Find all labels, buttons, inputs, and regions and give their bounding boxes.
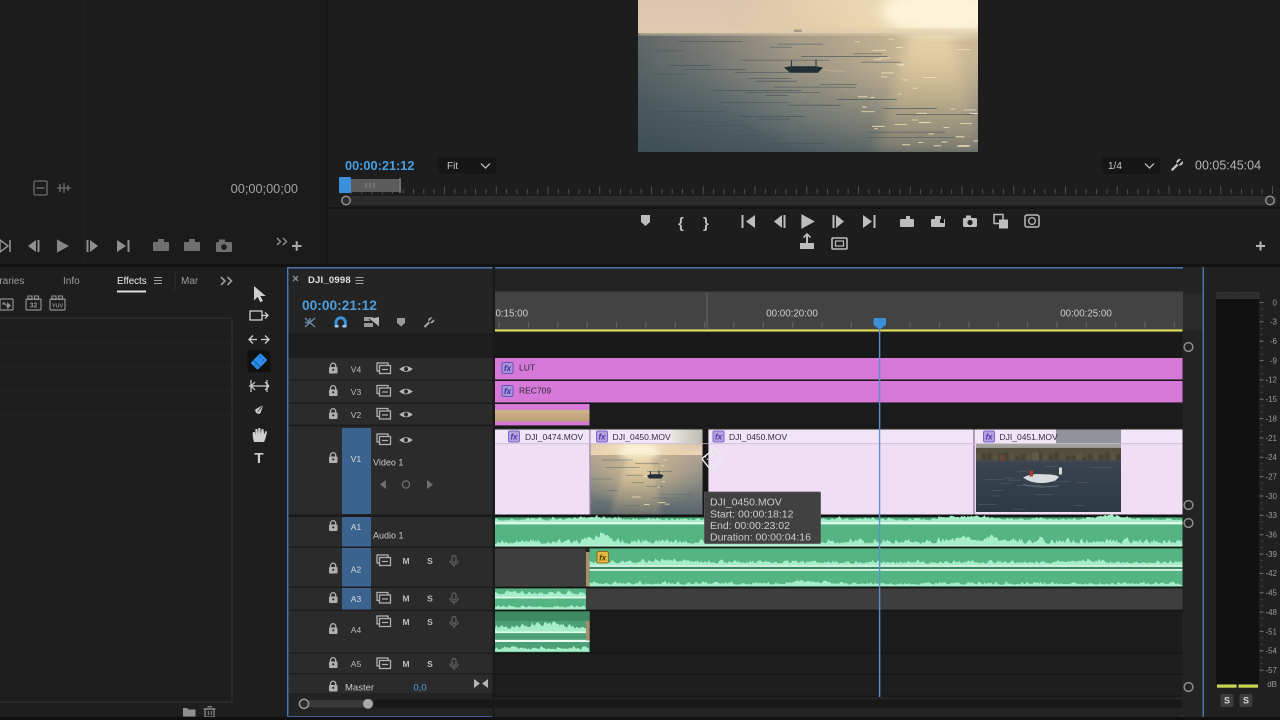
svg-text:fx: fx bbox=[504, 387, 512, 396]
svg-text:V4: V4 bbox=[351, 365, 362, 375]
svg-text:DJI_0474.MOV: DJI_0474.MOV bbox=[525, 432, 583, 442]
svg-text:Audio 1: Audio 1 bbox=[373, 531, 404, 541]
svg-text:fx: fx bbox=[504, 364, 512, 373]
svg-text:A3: A3 bbox=[351, 594, 362, 604]
svg-text:A2: A2 bbox=[351, 565, 362, 575]
svg-text:-42: -42 bbox=[1265, 569, 1277, 578]
svg-text:fx: fx bbox=[985, 433, 993, 442]
svg-text:00:00:20:00: 00:00:20:00 bbox=[766, 309, 818, 320]
svg-text:LUT: LUT bbox=[519, 363, 535, 373]
svg-text:-33: -33 bbox=[1265, 511, 1277, 520]
svg-text:fx: fx bbox=[510, 433, 518, 442]
svg-text:M: M bbox=[402, 617, 409, 627]
svg-text:fx: fx bbox=[599, 553, 607, 562]
svg-text:-48: -48 bbox=[1265, 608, 1277, 617]
svg-text:M: M bbox=[402, 556, 409, 566]
svg-text:00:00:25:00: 00:00:25:00 bbox=[1060, 309, 1112, 320]
svg-text:DJI_0450.MOV: DJI_0450.MOV bbox=[710, 497, 782, 509]
svg-text:S: S bbox=[1243, 696, 1249, 706]
svg-text:-3: -3 bbox=[1270, 318, 1278, 327]
svg-text:V2: V2 bbox=[351, 410, 362, 420]
svg-text:S: S bbox=[427, 594, 433, 604]
svg-text:S: S bbox=[427, 617, 433, 627]
svg-text:V3: V3 bbox=[351, 387, 362, 397]
svg-text:Duration: 00:00:04:16: Duration: 00:00:04:16 bbox=[710, 532, 811, 544]
svg-text:-36: -36 bbox=[1265, 531, 1277, 540]
svg-text:-30: -30 bbox=[1265, 492, 1277, 501]
svg-text:dB: dB bbox=[1267, 680, 1277, 689]
svg-text:32: 32 bbox=[30, 303, 38, 310]
svg-text:00:00:21:12: 00:00:21:12 bbox=[302, 298, 377, 313]
svg-text:-12: -12 bbox=[1265, 376, 1277, 385]
svg-text:-45: -45 bbox=[1265, 589, 1277, 598]
svg-text:A1: A1 bbox=[351, 522, 362, 532]
svg-text:A4: A4 bbox=[351, 625, 362, 635]
svg-text:-39: -39 bbox=[1265, 550, 1277, 559]
svg-text:fx: fx bbox=[715, 433, 723, 442]
svg-text:-27: -27 bbox=[1265, 472, 1277, 481]
svg-text:YUV: YUV bbox=[52, 304, 64, 310]
svg-text:-51: -51 bbox=[1265, 627, 1277, 636]
svg-text:fx: fx bbox=[598, 433, 606, 442]
svg-text:-54: -54 bbox=[1265, 647, 1277, 656]
svg-text:00:05:45:04: 00:05:45:04 bbox=[1195, 159, 1261, 173]
svg-text:Mar: Mar bbox=[181, 276, 199, 287]
svg-text:A5: A5 bbox=[351, 659, 362, 669]
svg-text:-6: -6 bbox=[1270, 337, 1278, 346]
svg-text:S: S bbox=[427, 556, 433, 566]
svg-text:-15: -15 bbox=[1265, 395, 1277, 404]
svg-text:REC709: REC709 bbox=[519, 386, 551, 396]
svg-text:{: { bbox=[678, 215, 684, 232]
svg-text:T: T bbox=[254, 450, 263, 467]
svg-text:0: 0 bbox=[1273, 298, 1278, 307]
svg-text:M: M bbox=[402, 594, 409, 604]
svg-text:Info: Info bbox=[63, 276, 80, 287]
svg-text:}: } bbox=[703, 215, 709, 232]
svg-text:M: M bbox=[402, 659, 409, 669]
svg-text:00:00:21:12: 00:00:21:12 bbox=[345, 158, 414, 173]
svg-text:Fit: Fit bbox=[447, 161, 458, 172]
svg-text:0:15:00: 0:15:00 bbox=[496, 309, 529, 320]
svg-text:-9: -9 bbox=[1270, 356, 1278, 365]
svg-text:-18: -18 bbox=[1265, 414, 1277, 423]
svg-text:Master: Master bbox=[345, 683, 374, 694]
svg-text:DJI_0451.MOV: DJI_0451.MOV bbox=[1000, 432, 1058, 442]
svg-text:-24: -24 bbox=[1265, 453, 1277, 462]
svg-text:-21: -21 bbox=[1265, 434, 1277, 443]
svg-text:Start: 00:00:18:12: Start: 00:00:18:12 bbox=[710, 509, 794, 521]
svg-text:DJI_0450.MOV: DJI_0450.MOV bbox=[613, 432, 671, 442]
svg-text:-57: -57 bbox=[1265, 666, 1277, 675]
svg-text:V1: V1 bbox=[351, 454, 362, 464]
svg-text:Libraries: Libraries bbox=[0, 276, 24, 287]
svg-text:DJI_0998: DJI_0998 bbox=[308, 275, 351, 286]
svg-text:Effects: Effects bbox=[117, 276, 147, 287]
svg-text:1/4: 1/4 bbox=[1108, 161, 1122, 172]
svg-text:00;00;00;00: 00;00;00;00 bbox=[231, 181, 298, 196]
svg-text:S: S bbox=[1224, 696, 1230, 706]
svg-text:0,0: 0,0 bbox=[413, 683, 426, 694]
svg-text:S: S bbox=[427, 659, 433, 669]
svg-text:Video 1: Video 1 bbox=[373, 458, 403, 468]
svg-text:DJI_0450.MOV: DJI_0450.MOV bbox=[729, 432, 787, 442]
svg-text:End: 00:00:23:02: End: 00:00:23:02 bbox=[710, 520, 790, 532]
